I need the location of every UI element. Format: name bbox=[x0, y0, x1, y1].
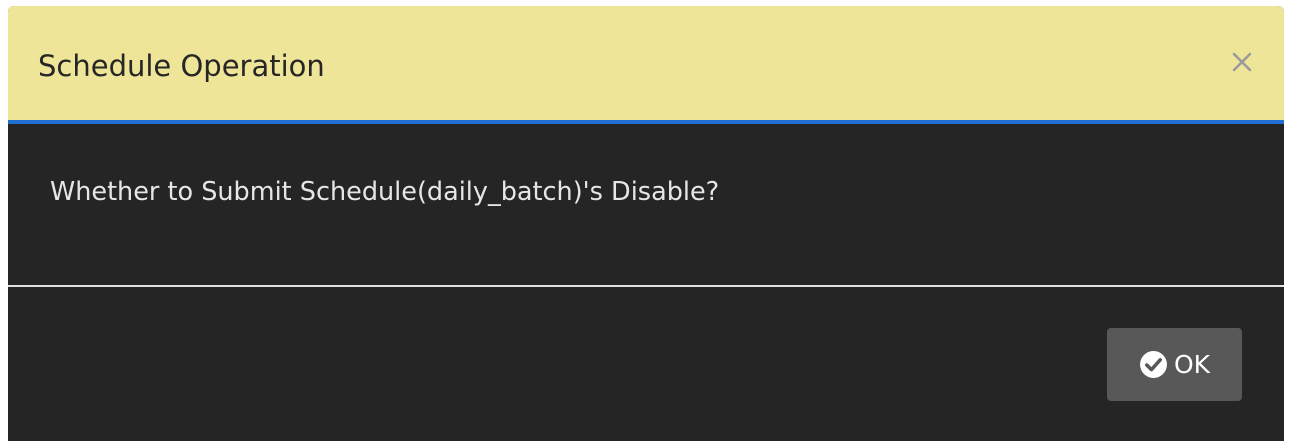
dialog-header: Schedule Operation bbox=[8, 6, 1284, 124]
close-icon bbox=[1232, 52, 1252, 72]
close-button[interactable] bbox=[1224, 44, 1260, 80]
check-circle-icon bbox=[1139, 351, 1167, 378]
dialog-footer: OK bbox=[8, 287, 1284, 441]
dialog-title: Schedule Operation bbox=[38, 49, 325, 83]
ok-button-label: OK bbox=[1173, 349, 1211, 379]
confirmation-message: Whether to Submit Schedule(daily_batch)'… bbox=[50, 177, 720, 207]
ok-button[interactable]: OK bbox=[1107, 328, 1242, 401]
dialog-body: Whether to Submit Schedule(daily_batch)'… bbox=[8, 124, 1284, 285]
schedule-operation-dialog: Schedule Operation Whether to Submit Sch… bbox=[8, 6, 1284, 441]
